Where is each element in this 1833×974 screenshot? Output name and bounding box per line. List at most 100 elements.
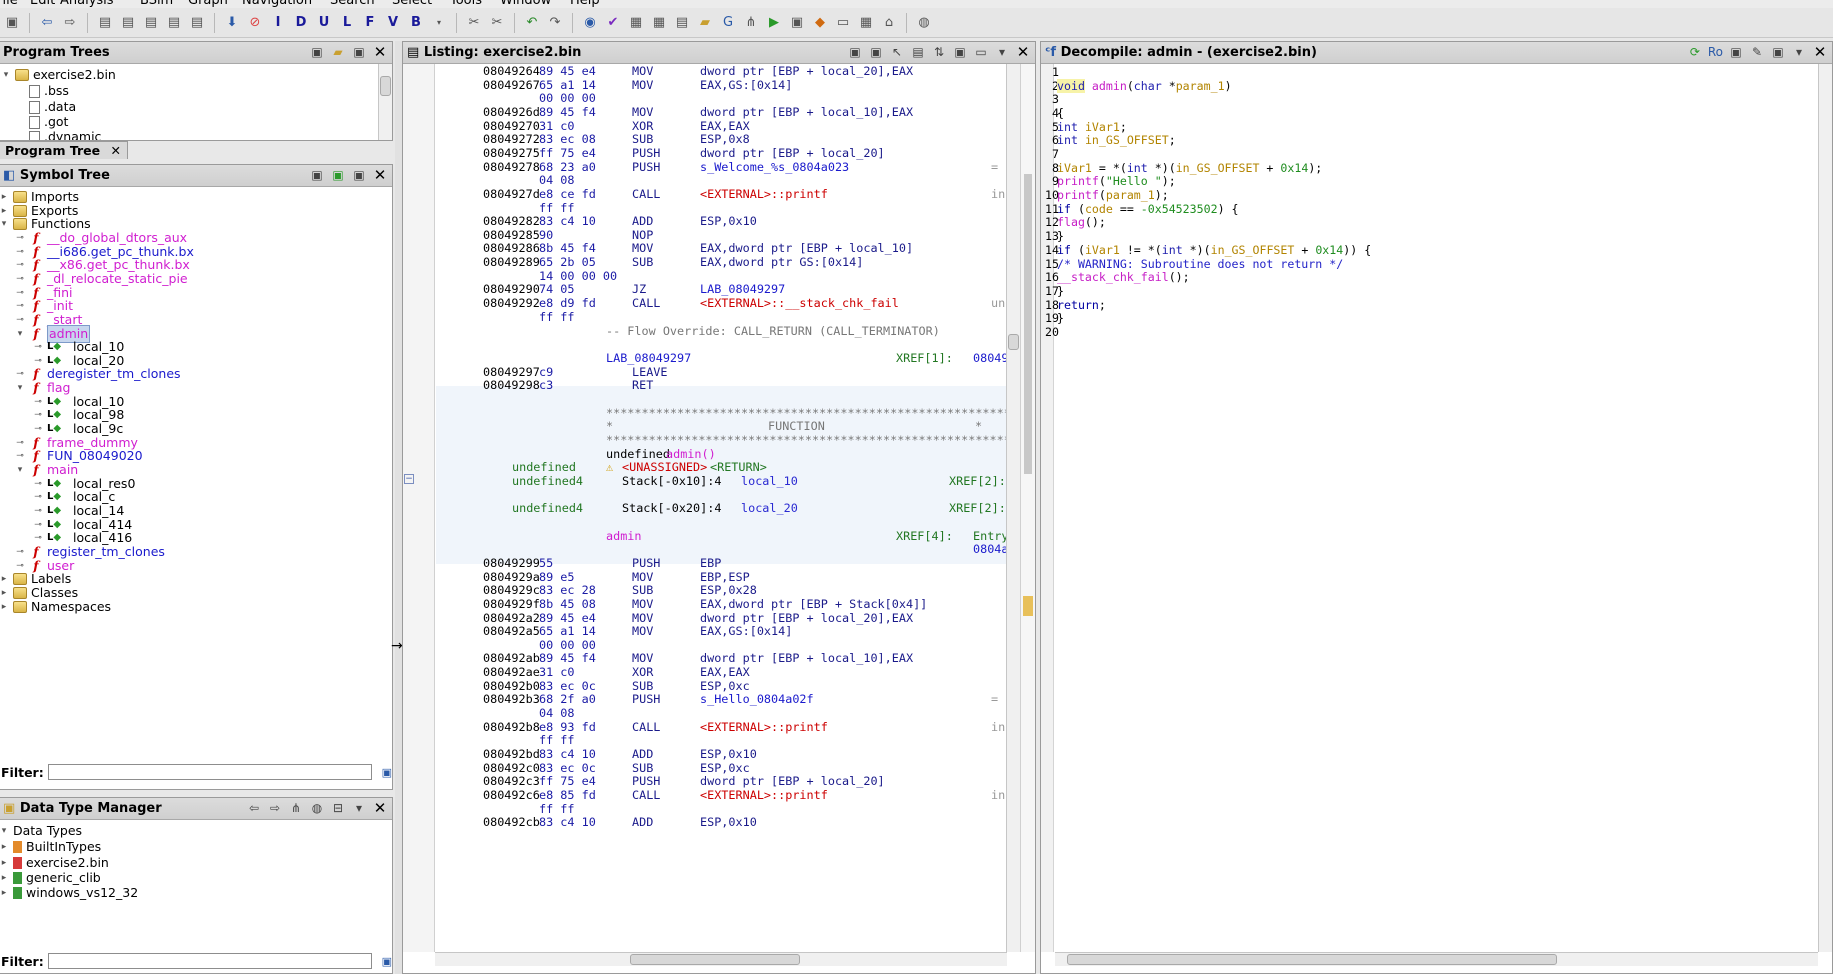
nav-label-icon[interactable]: ▤ <box>164 13 184 33</box>
expand-icon[interactable]: ▸ <box>0 885 9 901</box>
check-icon[interactable]: ✔ <box>603 13 623 33</box>
collapse-icon[interactable]: ▾ <box>0 823 9 839</box>
folder-icon[interactable]: ▰ <box>695 13 715 33</box>
tree-item-windows-vs12[interactable]: ▸ windows_vs12_32 <box>0 885 138 901</box>
filter-options-icon[interactable]: ▣ <box>382 955 392 968</box>
listing-instruction-row[interactable]: 080492c0 83 ec 0c SUB ESP,0xc <box>435 761 1007 775</box>
new-tree-icon[interactable]: ▣ <box>309 44 325 60</box>
decompiled-line[interactable]: iVar1 = *(int *)(in_GS_OFFSET + 0x14); <box>1057 161 1322 176</box>
decompiled-line[interactable]: void admin(char *param_1) <box>1057 78 1232 94</box>
decompiled-line[interactable]: /* WARNING: Subroutine does not return *… <box>1057 257 1343 272</box>
menu-help[interactable]: Help <box>570 0 600 8</box>
listing-instruction-row[interactable]: 08049289 65 2b 05 SUB EAX,dword ptr GS:[0x1… <box>435 255 1007 269</box>
tree-item-generic-clib[interactable]: ▸ generic_clib <box>0 870 101 886</box>
tree-graph-icon[interactable]: ⋔ <box>741 13 761 33</box>
memory-icon[interactable]: ▦ <box>626 13 646 33</box>
help-icon[interactable]: ◍ <box>914 13 934 33</box>
collapse-icon[interactable]: ▾ <box>15 380 25 396</box>
listing-instruction-row[interactable]: 0804929c 83 ec 28 SUB ESP,0x28 <box>435 583 1007 597</box>
listing-instruction-row[interactable]: 0804929a 89 e5 MOV EBP,ESP <box>435 570 1007 584</box>
decompiled-line[interactable]: } <box>1057 312 1064 326</box>
menu-bsim[interactable]: BSim <box>140 0 173 8</box>
close-icon[interactable]: ✕ <box>1015 44 1031 60</box>
ro-label[interactable]: Ro <box>1708 44 1723 60</box>
menu-search[interactable]: Search <box>330 0 375 8</box>
listing-instruction-row[interactable]: 0804926d 89 45 f4 MOV dword ptr [EBP + loca… <box>435 105 1007 119</box>
listing-instruction-row[interactable]: 08049290 74 05 JZ LAB_08049297 <box>435 282 1007 296</box>
open-folder-icon[interactable]: ▰ <box>330 44 346 60</box>
snapshot-icon[interactable]: ▣ <box>952 44 968 60</box>
snapshot-icon[interactable]: ▣ <box>1770 44 1786 60</box>
menu-dropdown-icon[interactable]: ▾ <box>351 800 367 816</box>
listing-instruction-row[interactable]: 080492b3 68 2f a0 PUSH s_Hello_0804a02f = <box>435 692 1007 706</box>
decompiled-line[interactable]: return; <box>1057 298 1106 313</box>
navigate-icon[interactable]: ▣ <box>330 167 346 183</box>
forward-arrow-icon[interactable]: ⇨ <box>60 13 80 33</box>
down-arrow-icon[interactable]: ⬇ <box>222 13 242 33</box>
nav-undef-icon[interactable]: ▤ <box>141 13 161 33</box>
scroll-thumb[interactable] <box>630 954 800 965</box>
copy-icon[interactable]: ▣ <box>1728 44 1744 60</box>
tool-icon[interactable]: ✂ <box>464 13 484 33</box>
symbol-filter-input[interactable] <box>47 764 372 780</box>
decompiled-line[interactable]: int iVar1; <box>1057 120 1127 135</box>
close-icon[interactable]: ✕ <box>1812 44 1828 60</box>
listing-instruction-row[interactable]: 080492ae 31 c0 XOR EAX,EAX <box>435 665 1007 679</box>
close-icon[interactable]: ✕ <box>372 44 388 60</box>
menu-tools[interactable]: Tools <box>450 0 482 8</box>
tree-item-builtintypes[interactable]: ▸ BuiltInTypes <box>0 839 101 855</box>
layout-icon[interactable]: ▭ <box>973 44 989 60</box>
tree-item-got[interactable]: .got <box>29 114 68 130</box>
menu-dropdown-icon[interactable]: ▾ <box>1791 44 1807 60</box>
run-icon[interactable]: ▶ <box>764 13 784 33</box>
disassemble-i-icon[interactable]: I <box>268 13 288 33</box>
call-graph-icon[interactable]: G <box>718 13 738 33</box>
listing-instruction-row[interactable]: 080492b8 e8 93 fd CALL <EXTERNAL>::printf in <box>435 720 1007 734</box>
cursor-icon[interactable]: ↖ <box>889 44 905 60</box>
tree-item-data-types[interactable]: ▾ Data Types <box>0 823 82 839</box>
listing-instruction-row[interactable]: 080492c3 ff 75 e4 PUSH dword ptr [EBP + loc… <box>435 774 1007 788</box>
copy-icon[interactable]: ▣ <box>847 44 863 60</box>
snapshot-icon[interactable]: ▣ <box>351 167 367 183</box>
listing-instruction-row[interactable]: 08049267 65 a1 14 MOV EAX,GS:[0x14] <box>435 78 1007 92</box>
listing-instruction-row[interactable]: ff ff <box>435 310 1007 324</box>
decompiled-line[interactable]: } <box>1057 284 1064 299</box>
decompile-body[interactable]: 1 2 void admin(char *param_1) 3 4{5 int iVar… <box>1041 64 1816 952</box>
disassemble-f-icon[interactable]: F <box>360 13 380 33</box>
menu-graph[interactable]: Graph <box>188 0 228 8</box>
forward-icon[interactable]: ⇨ <box>267 800 283 816</box>
paste-icon[interactable]: ▣ <box>868 44 884 60</box>
table-icon[interactable]: ▦ <box>856 13 876 33</box>
listing-instruction-row[interactable]: 00 00 00 <box>435 638 1007 652</box>
terminal-icon[interactable]: ▣ <box>787 13 807 33</box>
decompiled-line[interactable]: { <box>1057 106 1064 121</box>
collapse-icon[interactable]: ▾ <box>15 326 25 342</box>
listing-instruction-row[interactable]: 080492bd 83 c4 10 ADD ESP,0x10 <box>435 747 1007 761</box>
listing-instruction-row[interactable]: 04 08 <box>435 173 1007 187</box>
collapse-all-icon[interactable]: ⊟ <box>330 800 346 816</box>
listing-instruction-row[interactable]: 04 08 <box>435 706 1007 720</box>
listing-instruction-row[interactable]: ff ff <box>435 802 1007 816</box>
dropdown-icon[interactable]: ▾ <box>429 13 449 33</box>
listing-instruction-row[interactable]: 08049298 c3 RET <box>435 378 1007 392</box>
disassemble-l-icon[interactable]: L <box>337 13 357 33</box>
scroll-thumb[interactable] <box>1067 954 1557 965</box>
decompiled-line[interactable]: printf("Hello "); <box>1057 175 1176 189</box>
close-icon[interactable]: ✕ <box>372 800 388 816</box>
listing-hscrollbar[interactable] <box>435 952 1007 966</box>
menu-select[interactable]: Select <box>392 0 432 8</box>
collapse-icon[interactable]: ▾ <box>15 462 25 478</box>
menu-navigation[interactable]: Navigation <box>242 0 312 8</box>
refresh-icon[interactable]: ◍ <box>309 800 325 816</box>
edit-fields-icon[interactable]: ▤ <box>910 44 926 60</box>
tree-options-icon[interactable]: ⋔ <box>288 800 304 816</box>
refresh-icon[interactable]: ⟳ <box>1687 44 1703 60</box>
listing-body[interactable]: 08049264 89 45 e4 MOV dword ptr [EBP + loca… <box>435 64 1007 952</box>
listing-instruction-row[interactable]: 08049270 31 c0 XOR EAX,EAX <box>435 119 1007 133</box>
listing-instruction-row[interactable]: 00 00 00 <box>435 91 1007 105</box>
listing-instruction-row[interactable]: 0804927d e8 ce fd CALL <EXTERNAL>::printf in <box>435 187 1007 201</box>
scroll-thumb[interactable] <box>1008 334 1019 350</box>
nav-data-icon[interactable]: ▤ <box>95 13 115 33</box>
save-icon[interactable]: ▣ <box>2 13 22 33</box>
decompile-scrollbar[interactable] <box>1818 64 1832 952</box>
